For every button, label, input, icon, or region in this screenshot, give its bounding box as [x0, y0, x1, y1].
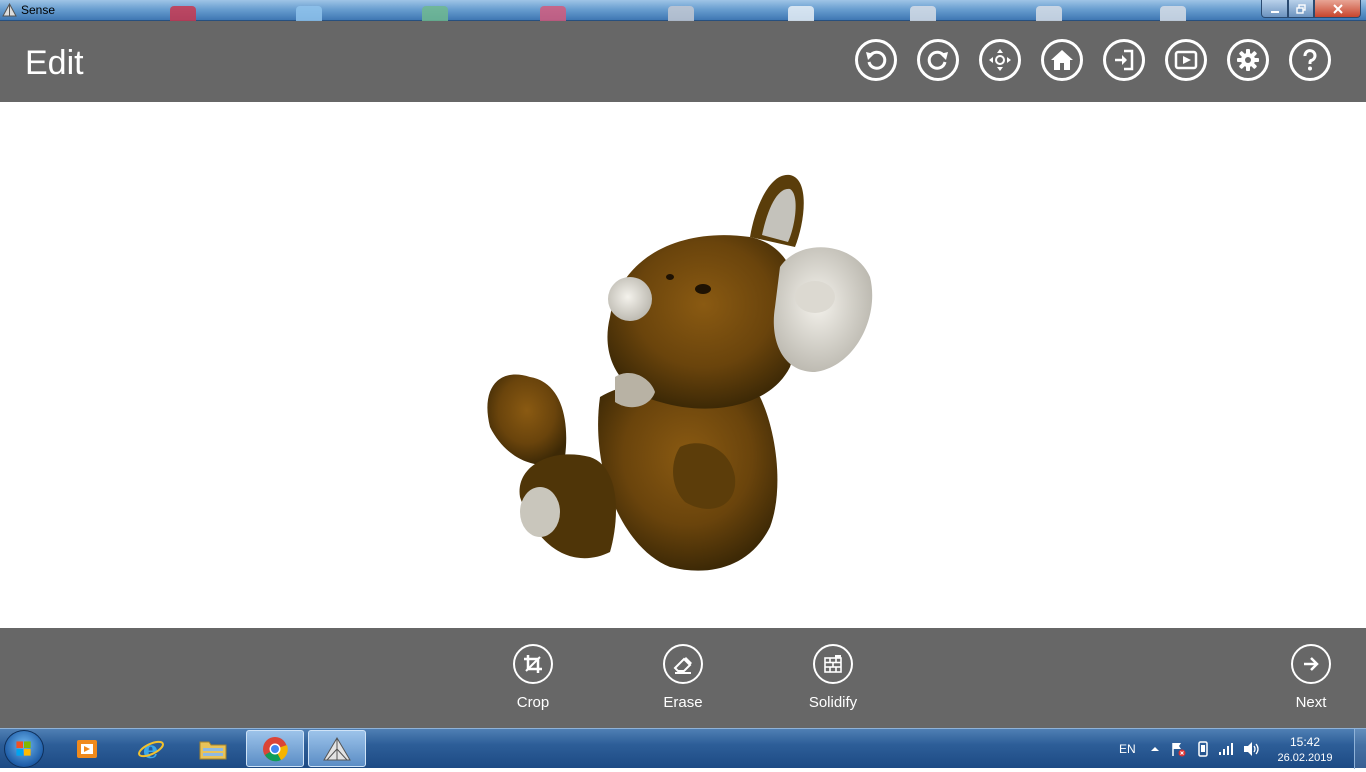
import-button[interactable] [1103, 39, 1145, 81]
import-icon [1115, 49, 1134, 71]
signal-bars-icon [1219, 743, 1233, 755]
brick-wall-icon [824, 655, 842, 673]
minimize-icon [1270, 10, 1279, 13]
chevron-up-icon [1151, 747, 1159, 751]
start-orb-icon [16, 741, 31, 756]
next-label: Next [1295, 694, 1327, 711]
windows-taskbar: e EN 15:42 26.02.2019 [0, 728, 1366, 769]
window-title: Sense [21, 3, 56, 17]
tray-action-center[interactable] [1170, 729, 1186, 769]
restore-icon [1296, 3, 1306, 14]
start-button[interactable] [4, 730, 44, 768]
help-icon [1303, 49, 1317, 71]
home-icon [1051, 50, 1073, 70]
background-icon [422, 6, 448, 21]
app-header: Edit [0, 21, 1366, 102]
close-button[interactable] [1314, 0, 1361, 18]
device-icon [1198, 741, 1208, 757]
background-icon [1160, 6, 1186, 21]
crop-button[interactable]: Crop [483, 644, 583, 711]
flag-warning-icon [1172, 743, 1186, 757]
solidify-button[interactable]: Solidify [783, 644, 883, 711]
sense-app-icon [2, 3, 17, 17]
page-title: Edit [25, 44, 84, 82]
settings-button[interactable] [1227, 39, 1269, 81]
crop-icon [524, 655, 542, 673]
window-titlebar: Sense [0, 0, 1366, 21]
taskbar-sense[interactable] [308, 730, 366, 767]
language-indicator[interactable]: EN [1119, 729, 1136, 769]
show-desktop-button[interactable] [1354, 729, 1366, 769]
taskbar-file-explorer[interactable] [184, 730, 242, 767]
clock-time[interactable]: 15:42 [1276, 735, 1334, 749]
speaker-icon [1244, 742, 1259, 756]
close-icon [1332, 3, 1343, 14]
taskbar-chrome[interactable] [246, 730, 304, 767]
erase-button[interactable]: Erase [633, 644, 733, 711]
media-player-icon [77, 739, 97, 758]
undo-icon [866, 50, 887, 70]
next-button[interactable]: Next [1261, 644, 1361, 711]
help-button[interactable] [1289, 39, 1331, 81]
background-icon [788, 6, 814, 21]
crop-label: Crop [516, 694, 550, 711]
background-icon [910, 6, 936, 21]
tray-volume[interactable] [1243, 729, 1261, 769]
clock-date[interactable]: 26.02.2019 [1272, 752, 1338, 764]
file-explorer-icon [199, 741, 227, 759]
background-icon [170, 6, 196, 21]
play-icon [1174, 50, 1198, 70]
tray-device[interactable] [1197, 729, 1209, 769]
taskbar-internet-explorer[interactable]: e [122, 730, 180, 767]
background-icon [296, 6, 322, 21]
next-button-ring [1291, 644, 1331, 684]
taskbar-media-player[interactable] [58, 730, 116, 767]
internet-explorer-icon: e [138, 735, 164, 763]
restore-button[interactable] [1288, 0, 1314, 18]
redo-icon [927, 50, 948, 70]
teddy-bear-3d-model[interactable] [470, 167, 890, 577]
sense-app-icon [323, 736, 351, 760]
show-hidden-icons-button[interactable] [1150, 729, 1160, 769]
edit-toolbar: Crop Erase Solidify Next [0, 628, 1366, 728]
tray-network[interactable] [1218, 729, 1234, 769]
background-icon [668, 6, 694, 21]
erase-label: Erase [663, 694, 703, 711]
svg-text:e: e [143, 735, 158, 763]
erase-button-ring [663, 644, 703, 684]
model-viewport[interactable] [0, 102, 1366, 628]
play-button[interactable] [1165, 39, 1207, 81]
eraser-icon [673, 657, 692, 674]
chrome-icon [263, 736, 288, 761]
background-icon [540, 6, 566, 21]
solidify-button-ring [813, 644, 853, 684]
minimize-button[interactable] [1261, 0, 1288, 18]
redo-button[interactable] [917, 39, 959, 81]
crop-button-ring [513, 644, 553, 684]
undo-button[interactable] [855, 39, 897, 81]
arrow-right-icon [1304, 657, 1319, 671]
home-button[interactable] [1041, 39, 1083, 81]
move-button[interactable] [979, 39, 1021, 81]
move-icon [989, 49, 1011, 71]
solidify-label: Solidify [808, 694, 858, 711]
gear-icon [1237, 49, 1259, 71]
background-icon [1036, 6, 1062, 21]
